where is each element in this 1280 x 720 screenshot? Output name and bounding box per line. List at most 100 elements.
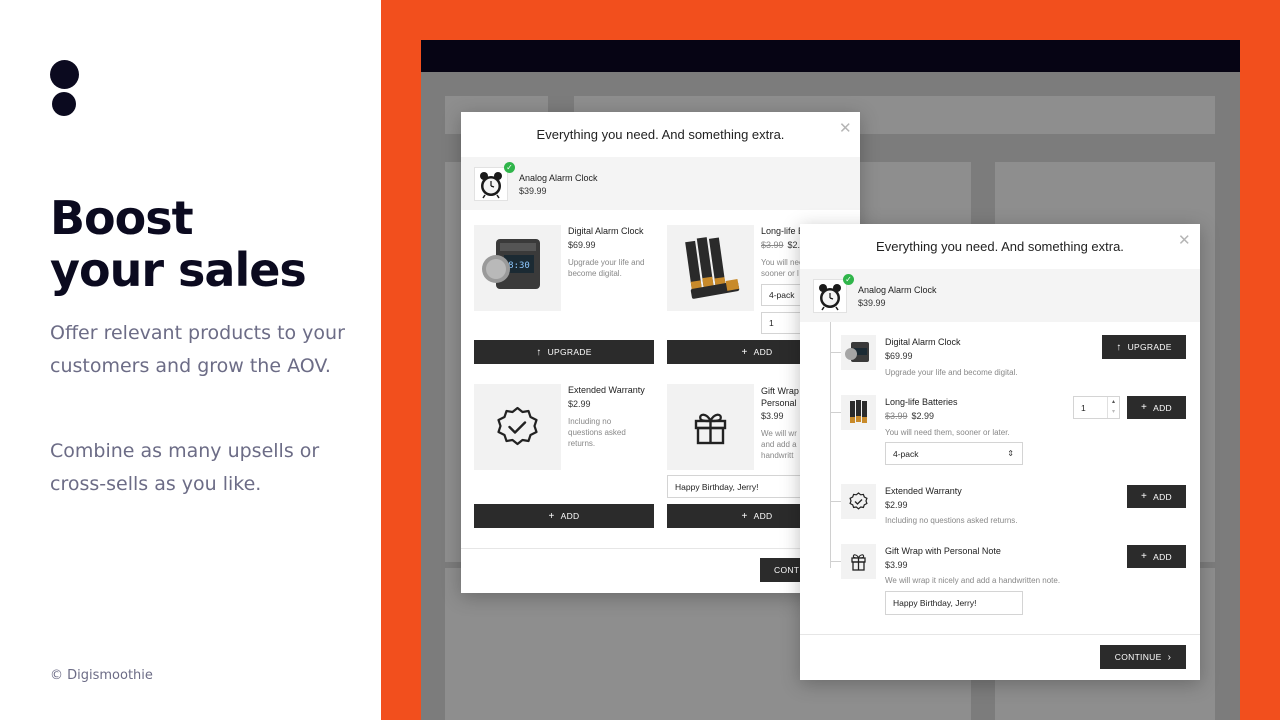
product-thumb: 8:30 xyxy=(474,225,561,311)
gift-note-input[interactable]: Happy Birthday, Jerry! xyxy=(667,475,817,498)
plus-icon: + xyxy=(1141,491,1148,502)
product-price: $3.99 $2.99 xyxy=(885,411,934,421)
alarm-clock-icon xyxy=(819,284,841,311)
product-name: Digital Alarm Clock xyxy=(885,337,961,347)
modal-title: Everything you need. And something extra… xyxy=(876,239,1124,254)
tree-connector xyxy=(830,322,831,568)
brand-logo xyxy=(50,60,80,116)
headline-line-1: Boost xyxy=(50,191,194,245)
hero-copy-aov: Offer relevant products to your customer… xyxy=(50,322,345,377)
quantity-value: 1 xyxy=(1081,402,1086,413)
main-product-price: $39.99 xyxy=(519,186,547,196)
upgrade-button[interactable]: ↑ UPGRADE xyxy=(474,340,654,364)
chevron-right-icon: › xyxy=(1167,651,1172,663)
button-label: ADD xyxy=(1153,551,1172,562)
plus-icon: + xyxy=(741,510,748,522)
product-thumb xyxy=(841,335,876,370)
product-thumb xyxy=(667,384,754,470)
product-description: Upgrade your life and become digital. xyxy=(568,258,645,278)
main-product-row: ✓ Analog Alarm Clock $39.99 xyxy=(461,157,860,210)
variant-select[interactable]: 4-pack ⇕ xyxy=(885,442,1023,465)
hero-headline: Boost your sales xyxy=(50,191,307,297)
product-price: $3.99 xyxy=(761,411,784,421)
button-label: CONTINUE xyxy=(1114,652,1162,662)
close-icon[interactable]: ✕ xyxy=(839,121,852,136)
quantity-stepper[interactable]: 1 ▴ ▾ xyxy=(1073,396,1120,419)
selected-check-icon: ✓ xyxy=(843,274,854,285)
button-label: UPGRADE xyxy=(547,347,592,357)
product-description: You will need them, sooner or later. xyxy=(885,428,1010,437)
arrow-up-icon: ↑ xyxy=(1116,341,1122,353)
product-price: $69.99 xyxy=(885,351,913,361)
digital-clock-icon xyxy=(845,342,869,362)
product-thumb xyxy=(474,384,561,470)
batteries-icon xyxy=(685,237,740,299)
tree-connector xyxy=(830,412,841,413)
product-price: $2.99 xyxy=(885,500,908,510)
logo-dot-bottom xyxy=(52,92,76,116)
badge-check-icon xyxy=(849,492,868,510)
modal-title: Everything you need. And something extra… xyxy=(536,127,785,142)
increment-icon[interactable]: ▴ xyxy=(1108,397,1119,407)
product-thumb xyxy=(841,484,876,519)
variant-select-value: 4-pack xyxy=(893,448,919,459)
gift-note-input[interactable]: Happy Birthday, Jerry! xyxy=(885,591,1023,615)
tree-connector xyxy=(830,561,841,562)
old-price: $3.99 xyxy=(761,240,784,250)
product-name: Extended Warranty xyxy=(568,385,645,395)
continue-button[interactable]: CONTINUE › xyxy=(1100,645,1186,669)
product-price: $3.99 xyxy=(885,560,908,570)
button-label: ADD xyxy=(1153,491,1172,502)
button-label: ADD xyxy=(1153,402,1172,413)
new-price: $2. xyxy=(787,240,801,250)
hero-panel: Boost your sales Offer relevant products… xyxy=(0,0,381,720)
product-thumb xyxy=(667,225,754,311)
upsell-modal-list: Everything you need. And something extra… xyxy=(800,224,1200,680)
product-name: Long-life Batteries xyxy=(885,397,958,407)
batteries-icon xyxy=(850,400,867,423)
plus-icon: + xyxy=(1141,402,1148,413)
product-description: Including no questions asked returns. xyxy=(568,417,626,448)
button-label: ADD xyxy=(560,511,580,521)
browser-topbar xyxy=(421,40,1240,72)
add-button[interactable]: + ADD xyxy=(474,504,654,528)
stepper-controls: ▴ ▾ xyxy=(1107,397,1119,418)
logo-dot-top xyxy=(50,60,79,89)
add-button[interactable]: + ADD xyxy=(1127,545,1186,568)
plus-icon: + xyxy=(1141,551,1148,562)
tree-connector xyxy=(830,501,841,502)
upgrade-button[interactable]: ↑ UPGRADE xyxy=(1102,335,1186,359)
product-name: Gift Wrap with Personal Note xyxy=(885,546,1001,556)
alarm-clock-icon xyxy=(480,172,502,199)
main-product-name: Analog Alarm Clock xyxy=(519,173,598,183)
old-price: $3.99 xyxy=(885,411,908,421)
add-button[interactable]: + ADD xyxy=(1127,396,1186,419)
product-description: Upgrade your life and become digital. xyxy=(885,368,1018,377)
close-icon[interactable]: ✕ xyxy=(1178,233,1191,248)
add-button[interactable]: + ADD xyxy=(1127,485,1186,508)
badge-check-icon xyxy=(497,406,538,446)
gift-icon xyxy=(694,413,727,445)
tree-connector xyxy=(830,352,841,353)
main-product-row: ✓ Analog Alarm Clock $39.99 xyxy=(800,269,1200,322)
plus-icon: + xyxy=(741,346,748,358)
product-description: We will wrap it nicely and add a handwri… xyxy=(885,576,1061,585)
arrow-up-icon: ↑ xyxy=(536,346,542,358)
product-description: Including no questions asked returns. xyxy=(885,516,1018,525)
product-name: Long-life B xyxy=(761,226,805,236)
main-product-thumb xyxy=(474,167,508,201)
headline-line-2: your sales xyxy=(50,243,307,297)
main-product-thumb xyxy=(813,279,847,313)
hero-copy-combine: Combine as many upsells or cross-sells a… xyxy=(50,440,320,495)
button-label: UPGRADE xyxy=(1127,342,1172,352)
svg-text:8:30: 8:30 xyxy=(508,261,530,271)
gift-icon xyxy=(851,554,866,571)
product-thumb xyxy=(841,544,876,579)
main-product-price: $39.99 xyxy=(858,298,886,308)
product-price: $3.99 $2. xyxy=(761,240,800,250)
product-price: $69.99 xyxy=(568,240,596,250)
digital-clock-icon: 8:30 xyxy=(482,239,540,289)
decrement-icon[interactable]: ▾ xyxy=(1108,407,1119,417)
footer-divider xyxy=(800,634,1200,635)
copyright: © Digismoothie xyxy=(50,668,153,683)
